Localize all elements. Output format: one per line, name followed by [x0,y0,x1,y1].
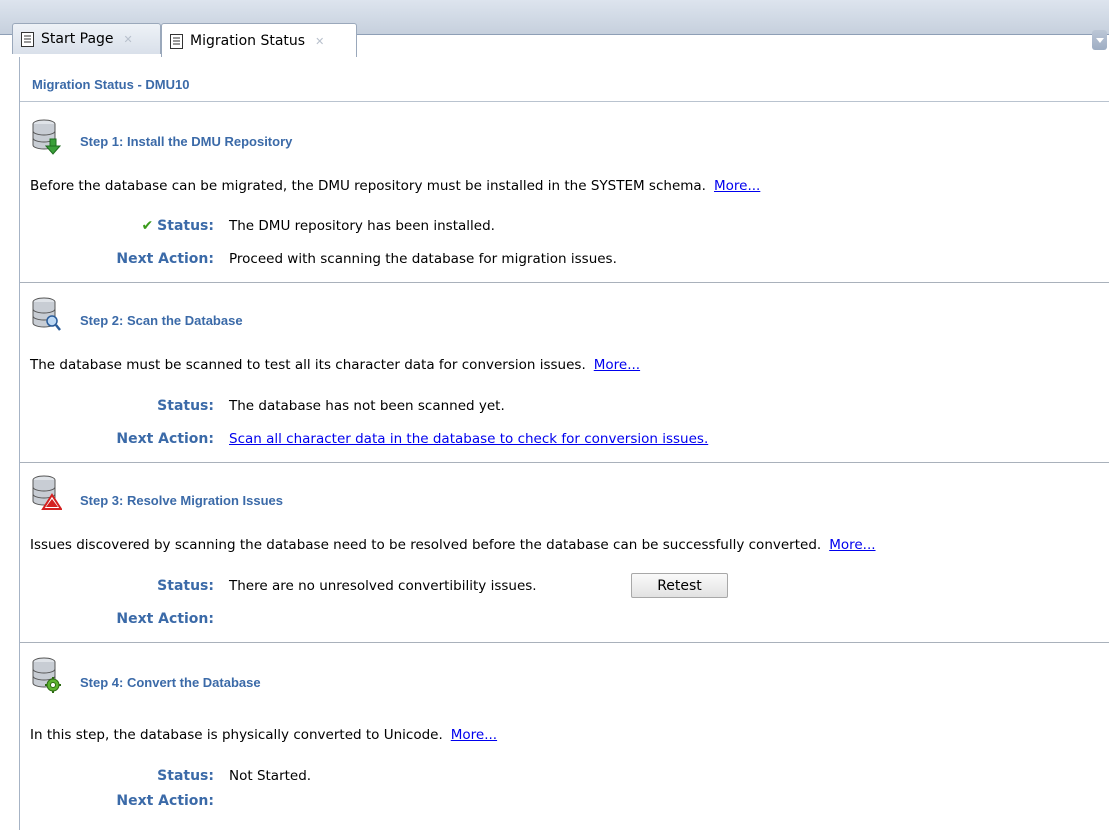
more-link[interactable]: More... [451,727,497,743]
close-icon[interactable]: ✕ [124,33,133,46]
step-title: Step 4: Convert the Database [80,675,261,690]
divider [20,462,1109,463]
status-label: Status: [157,578,214,594]
page-title: Migration Status - DMU10 [32,77,190,92]
step-description: Before the database can be migrated, the… [30,178,760,194]
next-action-label: Next Action: [116,251,214,267]
database-install-icon [32,119,62,155]
status-label: Status: [157,768,214,784]
tab-label: Start Page [41,31,114,47]
status-label: Status: [157,398,214,414]
database-convert-icon [32,657,61,693]
divider [20,101,1109,102]
step-title: Step 1: Install the DMU Repository [80,134,293,149]
step-description: In this step, the database is physically… [30,727,497,743]
next-action-label: Next Action: [116,431,214,447]
database-scan-icon [32,297,61,331]
close-icon[interactable]: ✕ [315,35,324,48]
more-link[interactable]: More... [594,357,640,373]
status-label: ✔ Status: [94,218,214,234]
migration-status-panel: Migration Status - DMU10 Step 1: Install… [19,57,1109,830]
checkmark-icon: ✔ [141,218,154,234]
scan-database-link[interactable]: Scan all character data in the database … [229,431,708,447]
next-action-label: Next Action: [116,793,214,809]
tab-label: Migration Status [190,33,306,49]
document-icon [170,33,183,49]
database-warning-icon [32,475,63,510]
divider [20,642,1109,643]
description-text: Before the database can be migrated, the… [30,178,706,194]
document-icon [21,31,34,47]
status-value: There are no unresolved convertibility i… [229,578,537,594]
step-description: The database must be scanned to test all… [30,357,640,373]
more-link[interactable]: More... [714,178,760,194]
retest-button-label: Retest [657,577,702,594]
tab-start-page[interactable]: Start Page ✕ [12,23,161,54]
more-link[interactable]: More... [829,537,875,553]
description-text: The database must be scanned to test all… [30,357,586,373]
description-text: In this step, the database is physically… [30,727,443,743]
status-value: The DMU repository has been installed. [229,218,495,234]
divider [20,282,1109,283]
retest-button[interactable]: Retest [631,573,728,598]
status-value: The database has not been scanned yet. [229,398,505,414]
tab-migration-status[interactable]: Migration Status ✕ [161,23,357,58]
step-title: Step 2: Scan the Database [80,313,243,328]
next-action-label: Next Action: [116,611,214,627]
next-action-value: Proceed with scanning the database for m… [229,251,617,267]
status-label-text: Status: [157,218,214,234]
step-description: Issues discovered by scanning the databa… [30,537,876,553]
tab-list-dropdown-button[interactable] [1092,30,1107,50]
step-title: Step 3: Resolve Migration Issues [80,493,284,508]
status-value: Not Started. [229,768,312,784]
description-text: Issues discovered by scanning the databa… [30,537,822,553]
tab-bar: Start Page ✕ Migration Status ✕ [0,0,1109,58]
